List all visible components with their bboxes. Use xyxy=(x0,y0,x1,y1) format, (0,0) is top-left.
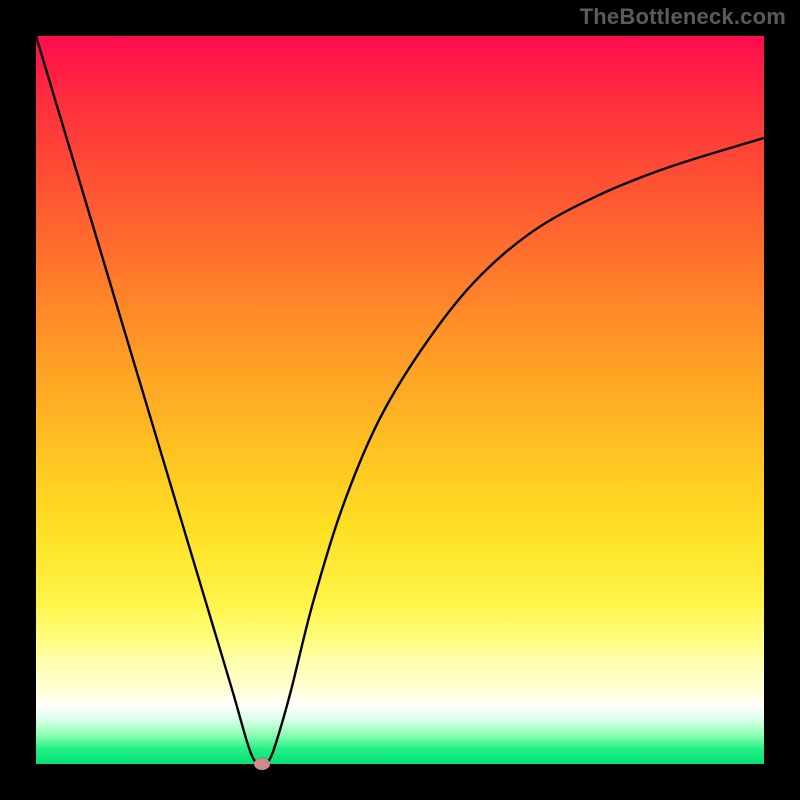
bottleneck-curve-path xyxy=(36,36,764,764)
watermark-text: TheBottleneck.com xyxy=(580,4,786,30)
chart-frame: TheBottleneck.com xyxy=(0,0,800,800)
minimum-marker xyxy=(254,758,270,770)
plot-area xyxy=(36,36,764,764)
curve-svg xyxy=(36,36,764,764)
